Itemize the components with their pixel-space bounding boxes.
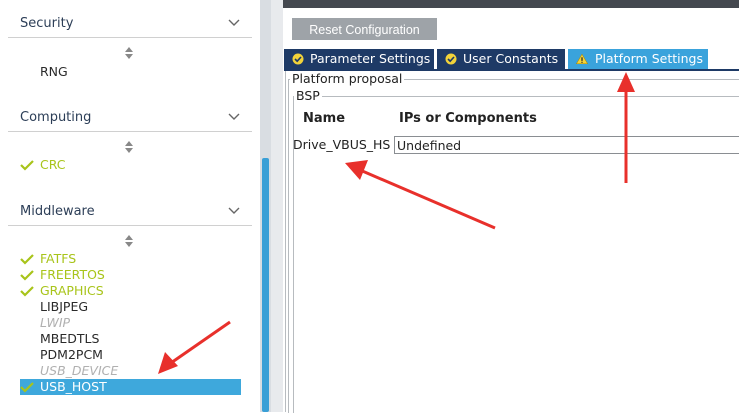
annotation-arrow-drive-vbus (345, 160, 496, 230)
annotation-arrow-usb-host (158, 320, 231, 374)
annotation-arrow-platform-settings (617, 72, 635, 183)
annotation-arrows (158, 72, 635, 374)
